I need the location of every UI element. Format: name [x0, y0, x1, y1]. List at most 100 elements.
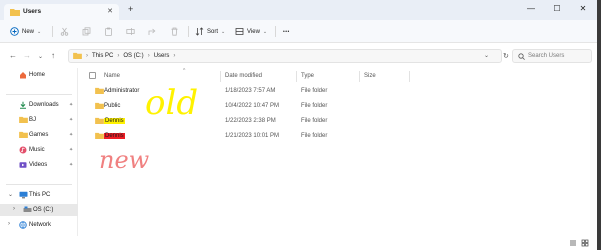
drive-icon — [23, 206, 32, 215]
row-date: 1/22/2023 2:38 PM — [225, 118, 276, 124]
chevron-down-icon[interactable]: ⌄ — [484, 52, 489, 59]
folder-icon — [73, 52, 82, 61]
home-icon — [19, 71, 27, 81]
refresh-button[interactable]: ↻ — [503, 52, 509, 60]
pin-icon[interactable]: ✦ — [69, 102, 73, 108]
breadcrumb-users[interactable]: Users — [154, 53, 170, 59]
address-bar[interactable]: › This PC › OS (C:) › Users › ⌄ — [68, 49, 502, 63]
address-row: ← → ⌄ ↑ › This PC › OS (C:) › Users › ⌄ … — [0, 44, 597, 68]
new-button[interactable]: New ⌄ — [10, 25, 41, 38]
forward-button[interactable]: → — [23, 51, 31, 60]
column-header-name[interactable]: Name — [104, 73, 120, 79]
navigation-pane: Home Downloads ✦ BJ ✦ Games ✦ Music ✦ Vi… — [0, 68, 78, 250]
share-button[interactable] — [148, 25, 157, 38]
pin-icon[interactable]: ✦ — [69, 117, 73, 123]
desktop-edge — [597, 0, 601, 250]
divider — [6, 184, 72, 185]
divider — [52, 26, 53, 37]
status-bar — [0, 236, 597, 250]
select-all-checkbox[interactable] — [89, 72, 96, 79]
sidebar-item-music[interactable]: Music ✦ — [0, 144, 78, 156]
column-resizer[interactable] — [359, 71, 360, 82]
sidebar-item-label: Games — [29, 132, 49, 138]
chevron-down-icon: ⌄ — [38, 54, 44, 60]
table-row[interactable]: Public 10/4/2022 10:47 PM File folder — [79, 99, 597, 113]
divider — [188, 26, 189, 37]
sidebar-item-label: Downloads — [29, 102, 59, 108]
annotation-new: new — [99, 146, 150, 174]
column-resizer[interactable] — [409, 71, 410, 82]
new-button-label: New — [22, 28, 35, 35]
view-icon — [235, 27, 244, 36]
sidebar-item-videos[interactable]: Videos ✦ — [0, 159, 78, 171]
minimize-button[interactable]: — — [520, 4, 542, 13]
rename-icon — [126, 27, 135, 36]
copy-button[interactable] — [82, 25, 91, 38]
close-window-button[interactable]: ✕ — [572, 4, 594, 13]
sort-button[interactable]: Sort ⌄ — [195, 25, 225, 38]
pin-icon[interactable]: ✦ — [69, 147, 73, 153]
table-row[interactable]: Administrator 1/18/2023 7:57 AM File fol… — [79, 84, 597, 98]
divider — [6, 94, 72, 95]
column-resizer[interactable] — [220, 71, 221, 82]
sidebar-item-label: Videos — [29, 162, 48, 168]
title-bar: Users ✕ + — ☐ ✕ — [0, 0, 597, 20]
folder-icon — [95, 132, 104, 141]
chevron-right-icon[interactable]: › — [8, 221, 10, 227]
folder-icon — [95, 117, 104, 126]
more-options-button[interactable]: ••• — [283, 25, 290, 38]
search-input[interactable]: Search Users — [512, 49, 592, 63]
chevron-down-icon[interactable]: ⌄ — [8, 191, 13, 198]
sidebar-item-drive[interactable]: › OS (C:) — [0, 204, 78, 216]
tiles-view-icon[interactable] — [581, 239, 589, 249]
sidebar-item-label: Network — [29, 222, 52, 228]
column-header-type[interactable]: Type — [301, 73, 314, 79]
row-type: File folder — [301, 88, 328, 94]
breadcrumb-this-pc[interactable]: This PC — [92, 53, 113, 59]
sidebar-item-downloads[interactable]: Downloads ✦ — [0, 99, 78, 111]
details-view-icon[interactable] — [569, 239, 577, 249]
column-header-date[interactable]: Date modified — [225, 73, 262, 79]
cut-button[interactable] — [60, 25, 69, 38]
close-tab-icon[interactable]: ✕ — [107, 7, 113, 15]
tab-label: Users — [23, 8, 42, 15]
row-name: Dennis — [104, 118, 125, 124]
chevron-right-icon: › — [117, 53, 120, 59]
row-type: File folder — [301, 118, 328, 124]
rename-button[interactable] — [126, 25, 135, 38]
chevron-right-icon: › — [86, 53, 88, 59]
sidebar-item-games[interactable]: Games ✦ — [0, 129, 78, 141]
column-header-size[interactable]: Size — [364, 73, 376, 79]
sidebar-item-this-pc[interactable]: ⌄ This PC — [0, 189, 78, 201]
sidebar-item-home[interactable]: Home — [0, 69, 78, 81]
refresh-icon: ↻ — [503, 53, 509, 60]
row-name: Public — [104, 103, 121, 109]
row-date: 10/4/2022 10:47 PM — [225, 103, 280, 109]
breadcrumb-drive[interactable]: OS (C:) — [123, 53, 143, 59]
arrow-left-icon: ← — [9, 51, 17, 60]
table-row[interactable]: Dennis 1/21/2023 10:01 PM File folder — [79, 129, 597, 143]
up-button[interactable]: ↑ — [51, 51, 55, 60]
sidebar-item-label: BJ — [29, 117, 37, 123]
video-icon — [19, 161, 27, 171]
maximize-button[interactable]: ☐ — [546, 4, 568, 13]
table-row[interactable]: Dennis 1/22/2023 2:38 PM File folder — [79, 114, 597, 128]
tab-users[interactable]: Users ✕ — [4, 4, 119, 20]
sidebar-item-bj[interactable]: BJ ✦ — [0, 114, 78, 126]
pin-icon[interactable]: ✦ — [69, 162, 73, 168]
arrow-up-icon: ↑ — [51, 51, 55, 60]
view-button[interactable]: View ⌄ — [235, 25, 267, 38]
view-label: View — [247, 28, 260, 35]
delete-button[interactable] — [170, 25, 179, 38]
command-bar: New ⌄ Sort ⌄ View ⌄ ••• — [0, 20, 597, 43]
sidebar-item-label: OS (C:) — [33, 207, 54, 213]
back-button[interactable]: ← — [9, 51, 17, 60]
new-tab-button[interactable]: + — [128, 4, 133, 14]
search-placeholder: Search Users — [528, 53, 565, 59]
column-resizer[interactable] — [296, 71, 297, 82]
sidebar-item-network[interactable]: › Network — [0, 219, 78, 231]
chevron-right-icon[interactable]: › — [13, 206, 15, 212]
recent-locations-button[interactable]: ⌄ — [38, 53, 43, 60]
paste-button[interactable] — [104, 25, 113, 38]
pin-icon[interactable]: ✦ — [69, 132, 73, 138]
